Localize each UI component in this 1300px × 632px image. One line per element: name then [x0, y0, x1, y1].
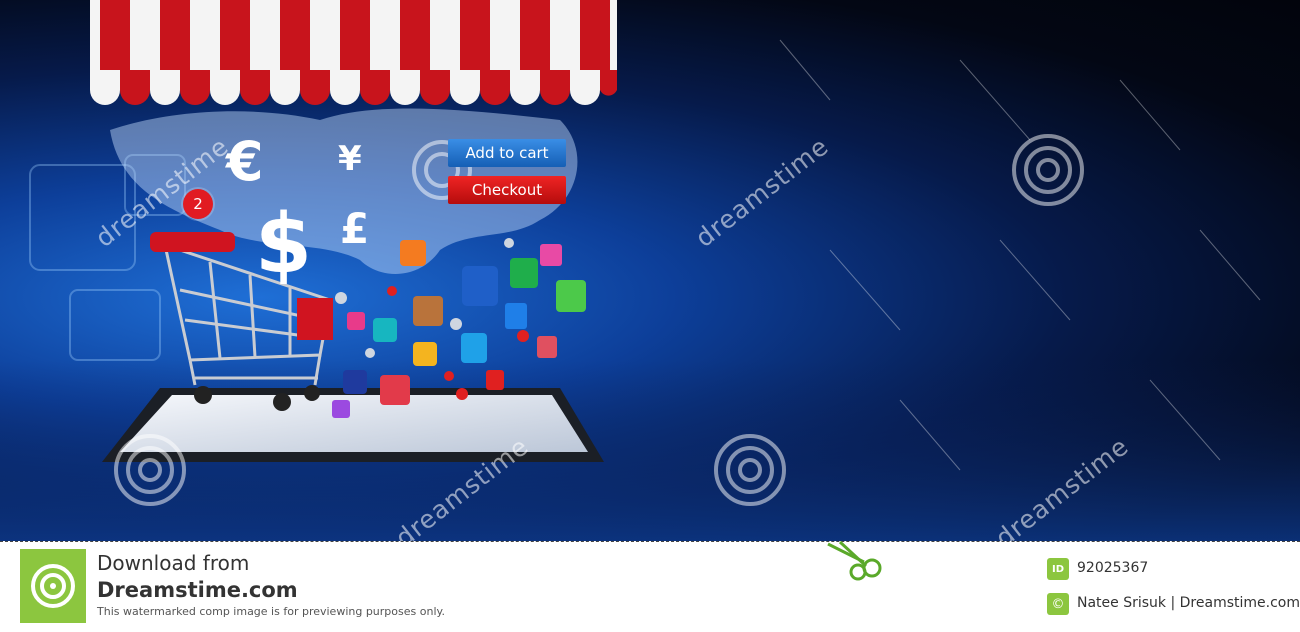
cart-wheel	[304, 385, 320, 401]
add-to-cart-button: Add to cart	[448, 139, 566, 167]
cart-wheel	[194, 386, 212, 404]
store-awning	[90, 0, 617, 105]
spiral-logo-icon	[31, 564, 75, 608]
euro-icon: €	[224, 130, 264, 193]
cart-seat	[297, 298, 333, 340]
id-badge: ID	[1047, 558, 1069, 580]
watermark-notice: This watermarked comp image is for previ…	[97, 605, 445, 618]
dollar-icon: $	[255, 197, 312, 292]
pound-icon: £	[340, 204, 369, 253]
cart-count-badge: 2	[183, 189, 213, 219]
scissors-icon	[827, 540, 882, 581]
footer-bar: Download from Dreamstime.com This waterm…	[0, 540, 1300, 632]
add-to-cart-label: Add to cart	[465, 144, 549, 162]
copyright-icon: ©	[1047, 593, 1069, 615]
dreamstime-logo	[20, 549, 86, 623]
image-id: 92025367	[1077, 560, 1149, 576]
checkout-button: Checkout	[448, 176, 566, 204]
yen-icon: ¥	[338, 139, 362, 179]
checkout-label: Checkout	[471, 181, 543, 199]
dreamstime-site-link[interactable]: Dreamstime.com	[97, 578, 298, 602]
cart-wheel	[273, 393, 291, 411]
download-from-text: Download from	[97, 551, 250, 575]
cart-handle	[150, 232, 235, 252]
hero-image: € ¥ $ £ dreamstime dreamstime dreamstime…	[0, 0, 1300, 541]
author-credit: Natee Srisuk | Dreamstime.com	[1077, 595, 1300, 611]
